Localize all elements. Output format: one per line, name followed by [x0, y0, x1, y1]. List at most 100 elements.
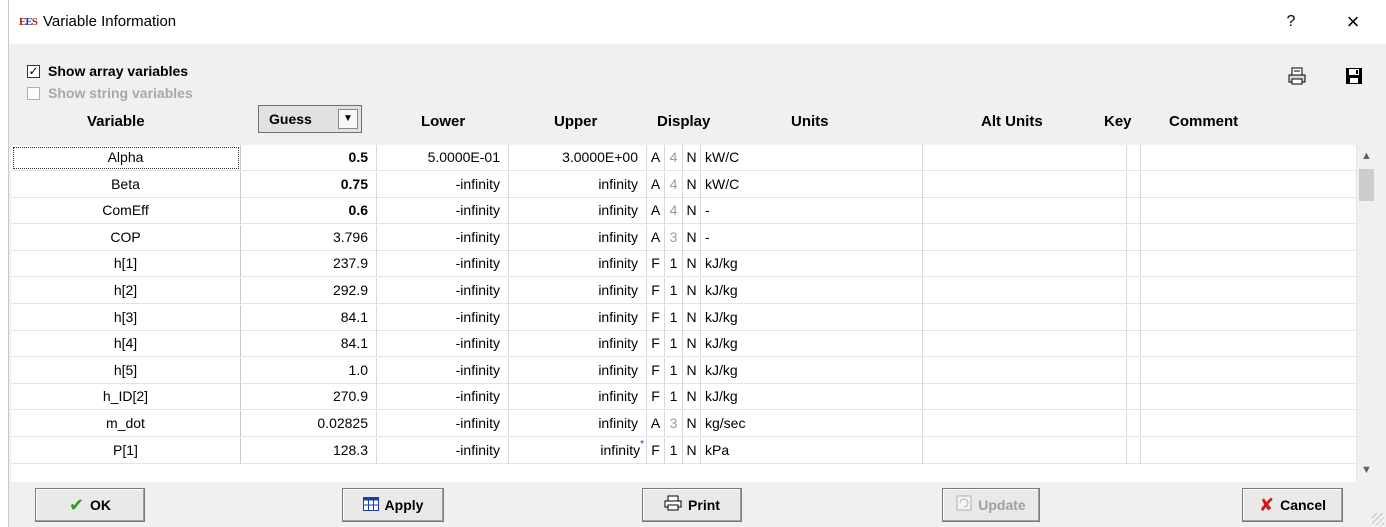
guess-cell[interactable]: 1.0	[241, 357, 377, 384]
vertical-scrollbar[interactable]: ▲ ▼	[1356, 145, 1375, 482]
display-format-cell[interactable]: F	[647, 304, 665, 331]
variable-cell[interactable]: h[2]	[11, 278, 241, 304]
alt-units-cell[interactable]	[923, 145, 1127, 171]
display-digits-cell[interactable]: 1	[665, 304, 683, 331]
guess-cell[interactable]: 270.9	[241, 384, 377, 411]
display-format-cell[interactable]: F	[647, 278, 665, 304]
close-button[interactable]: ×	[1339, 8, 1367, 36]
floppy-disk-icon[interactable]	[1343, 66, 1365, 88]
table-row[interactable]: ComEff 0.6 -infinity infinity A 4 N -	[11, 198, 1356, 225]
display-notation-cell[interactable]: N	[683, 198, 701, 225]
scroll-thumb[interactable]	[1359, 169, 1374, 201]
comment-cell[interactable]	[1141, 251, 1356, 278]
key-cell[interactable]	[1127, 251, 1141, 278]
comment-cell[interactable]	[1141, 278, 1356, 304]
scroll-down-icon[interactable]: ▼	[1357, 462, 1376, 479]
scroll-up-icon[interactable]: ▲	[1357, 148, 1376, 165]
table-row[interactable]: h_ID[2] 270.9 -infinity infinity F 1 NkJ/kg	[11, 384, 1356, 411]
guess-cell[interactable]: 0.6	[241, 198, 377, 225]
table-row[interactable]: m_dot 0.02825 -infinity infinity A 3 Nkg/sec	[11, 411, 1356, 437]
variable-cell[interactable]: h[3]	[11, 304, 241, 331]
upper-cell[interactable]: infinity	[509, 331, 647, 358]
units-cell[interactable]: kW/C	[701, 171, 923, 198]
display-digits-cell[interactable]: 4	[665, 171, 683, 198]
lower-cell[interactable]: -infinity	[377, 331, 509, 358]
key-cell[interactable]	[1127, 304, 1141, 331]
key-cell[interactable]	[1127, 224, 1141, 251]
display-notation-cell[interactable]: N	[683, 411, 701, 437]
units-cell[interactable]: -	[701, 224, 923, 251]
display-notation-cell[interactable]: N	[683, 437, 701, 464]
comment-cell[interactable]	[1141, 411, 1356, 437]
upper-cell[interactable]: infinity	[509, 357, 647, 384]
column-header-upper[interactable]: Upper	[554, 112, 597, 132]
comment-cell[interactable]	[1141, 145, 1356, 171]
units-cell[interactable]: -	[701, 198, 923, 225]
update-button[interactable]: Update	[942, 488, 1040, 522]
display-format-cell[interactable]: A	[647, 224, 665, 251]
column-header-lower[interactable]: Lower	[421, 112, 465, 132]
table-row[interactable]: P[1] 128.3 -infinity infinity* F 1 NkPa	[11, 437, 1356, 464]
key-cell[interactable]	[1127, 437, 1141, 464]
display-format-cell[interactable]: F	[647, 251, 665, 278]
display-format-cell[interactable]: A	[647, 411, 665, 437]
display-format-cell[interactable]: F	[647, 437, 665, 464]
lower-cell[interactable]: -infinity	[377, 384, 509, 411]
guess-cell[interactable]: 84.1	[241, 304, 377, 331]
units-cell[interactable]: kPa	[701, 437, 923, 464]
display-format-cell[interactable]: A	[647, 145, 665, 171]
lower-cell[interactable]: -infinity	[377, 198, 509, 225]
key-cell[interactable]	[1127, 384, 1141, 411]
lower-cell[interactable]: -infinity	[377, 304, 509, 331]
table-row[interactable]: COP 3.796 -infinity infinity A 3 N -	[11, 224, 1356, 251]
column-header-display[interactable]: Display	[657, 112, 710, 132]
column-header-comment[interactable]: Comment	[1169, 112, 1238, 132]
units-cell[interactable]: kJ/kg	[701, 357, 923, 384]
variable-cell[interactable]: h[4]	[11, 331, 241, 358]
alt-units-cell[interactable]	[923, 331, 1127, 358]
variable-cell[interactable]: ComEff	[11, 198, 241, 225]
display-notation-cell[interactable]: N	[683, 331, 701, 358]
comment-cell[interactable]	[1141, 358, 1356, 384]
units-cell[interactable]: kJ/kg	[701, 331, 923, 358]
table-row[interactable]: h[2] 292.9 -infinity infinity F 1 NkJ/kg	[11, 278, 1356, 304]
alt-units-cell[interactable]	[923, 278, 1127, 304]
comment-cell[interactable]	[1141, 331, 1356, 358]
display-notation-cell[interactable]: N	[683, 251, 701, 278]
lower-cell[interactable]: -infinity	[377, 437, 509, 464]
comment-cell[interactable]	[1141, 438, 1356, 464]
guess-cell[interactable]: 0.02825	[241, 411, 377, 437]
variable-cell[interactable]: h[5]	[11, 357, 241, 384]
print-preview-icon[interactable]	[1286, 66, 1308, 88]
guess-cell[interactable]: 237.9	[241, 251, 377, 278]
display-format-cell[interactable]: F	[647, 357, 665, 384]
upper-cell[interactable]: infinity	[509, 411, 647, 437]
units-cell[interactable]: kg/sec	[701, 411, 923, 437]
cancel-button[interactable]: ✘ Cancel	[1242, 488, 1343, 522]
display-format-cell[interactable]: A	[647, 171, 665, 198]
alt-units-cell[interactable]	[923, 437, 1127, 464]
upper-cell[interactable]: infinity	[509, 304, 647, 331]
units-cell[interactable]: kJ/kg	[701, 278, 923, 304]
column-header-alt-units[interactable]: Alt Units	[981, 112, 1043, 132]
display-notation-cell[interactable]: N	[683, 384, 701, 411]
alt-units-cell[interactable]	[923, 251, 1127, 278]
display-notation-cell[interactable]: N	[683, 357, 701, 384]
display-digits-cell[interactable]: 1	[665, 357, 683, 384]
lower-cell[interactable]: -infinity	[377, 251, 509, 278]
upper-cell[interactable]: infinity	[509, 198, 647, 225]
column-header-units[interactable]: Units	[791, 112, 829, 132]
alt-units-cell[interactable]	[923, 198, 1127, 225]
resize-grip[interactable]	[1372, 513, 1384, 525]
lower-cell[interactable]: -infinity	[377, 224, 509, 251]
display-digits-cell[interactable]: 4	[665, 198, 683, 225]
alt-units-cell[interactable]	[923, 384, 1127, 411]
upper-cell[interactable]: infinity	[509, 251, 647, 278]
upper-cell[interactable]: infinity	[509, 384, 647, 411]
lower-cell[interactable]: -infinity	[377, 278, 509, 304]
key-cell[interactable]	[1127, 198, 1141, 225]
guess-column-select[interactable]: Guess ▼	[258, 105, 362, 133]
units-cell[interactable]: kJ/kg	[701, 251, 923, 278]
display-digits-cell[interactable]: 3	[665, 411, 683, 437]
upper-cell[interactable]: 3.0000E+00	[509, 145, 647, 171]
